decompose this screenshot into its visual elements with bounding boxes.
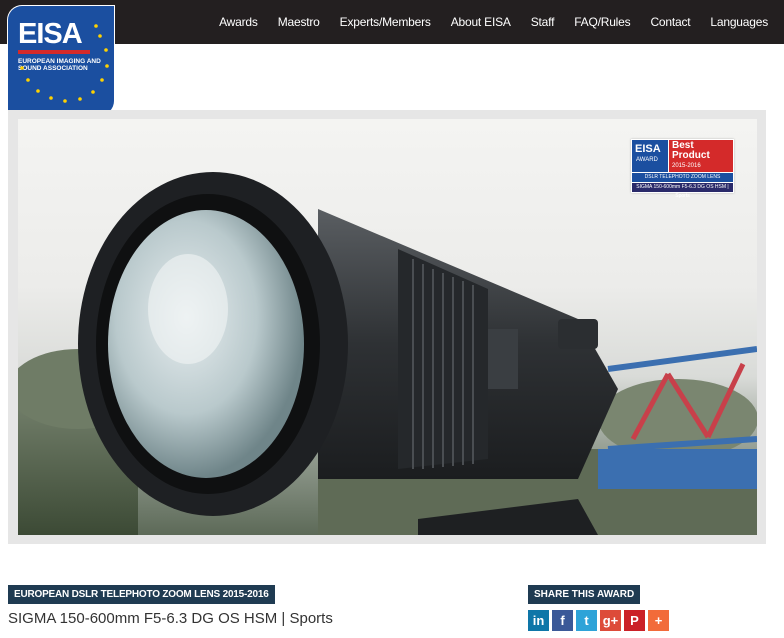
- product-photo: EISA AWARD Best Product 2015-2016 DSLR T…: [18, 119, 757, 535]
- more-icon[interactable]: +: [648, 610, 669, 631]
- badge-eisa-text: EISA: [635, 143, 661, 155]
- badge-best-block: Best Product 2015-2016: [669, 140, 733, 172]
- eisa-logo[interactable]: EISA EUROPEAN IMAGING AND SOUND ASSOCIAT…: [8, 6, 114, 115]
- main-nav: Awards Maestro Experts/Members About EIS…: [199, 0, 768, 44]
- badge-best-text: Best Product: [672, 141, 710, 161]
- top-navigation-bar: Awards Maestro Experts/Members About EIS…: [0, 0, 784, 44]
- linkedin-icon[interactable]: in: [528, 610, 549, 631]
- pinterest-icon[interactable]: P: [624, 610, 645, 631]
- nav-staff[interactable]: Staff: [531, 15, 555, 29]
- twitter-icon[interactable]: t: [576, 610, 597, 631]
- badge-years: 2015-2016: [672, 163, 701, 169]
- award-category-label: EUROPEAN DSLR TELEPHOTO ZOOM LENS 2015-2…: [8, 585, 275, 604]
- eu-stars-icon: [20, 24, 109, 103]
- nav-awards[interactable]: Awards: [219, 15, 258, 29]
- best-product-badge: EISA AWARD Best Product 2015-2016 DSLR T…: [631, 139, 734, 199]
- share-icons: in f t g+ P +: [528, 610, 669, 631]
- share-label: SHARE THIS AWARD: [528, 585, 641, 604]
- facebook-icon[interactable]: f: [552, 610, 573, 631]
- badge-category: DSLR TELEPHOTO ZOOM LENS: [632, 173, 733, 182]
- nav-languages[interactable]: Languages: [710, 15, 768, 29]
- badge-best-line2: Product: [672, 150, 710, 161]
- badge-eisa-block: EISA AWARD: [632, 140, 668, 172]
- badge-product: SIGMA 150-600mm F5-6.3 DG OS HSM | Sport…: [632, 183, 733, 199]
- badge-award-text: AWARD: [636, 157, 658, 163]
- nav-experts-members[interactable]: Experts/Members: [340, 15, 431, 29]
- nav-about-eisa[interactable]: About EISA: [451, 15, 511, 29]
- nav-faq-rules[interactable]: FAQ/Rules: [574, 15, 630, 29]
- googleplus-icon[interactable]: g+: [600, 610, 621, 631]
- nav-contact[interactable]: Contact: [650, 15, 690, 29]
- product-name: SIGMA 150-600mm F5-6.3 DG OS HSM | Sport…: [8, 610, 333, 627]
- nav-maestro[interactable]: Maestro: [278, 15, 320, 29]
